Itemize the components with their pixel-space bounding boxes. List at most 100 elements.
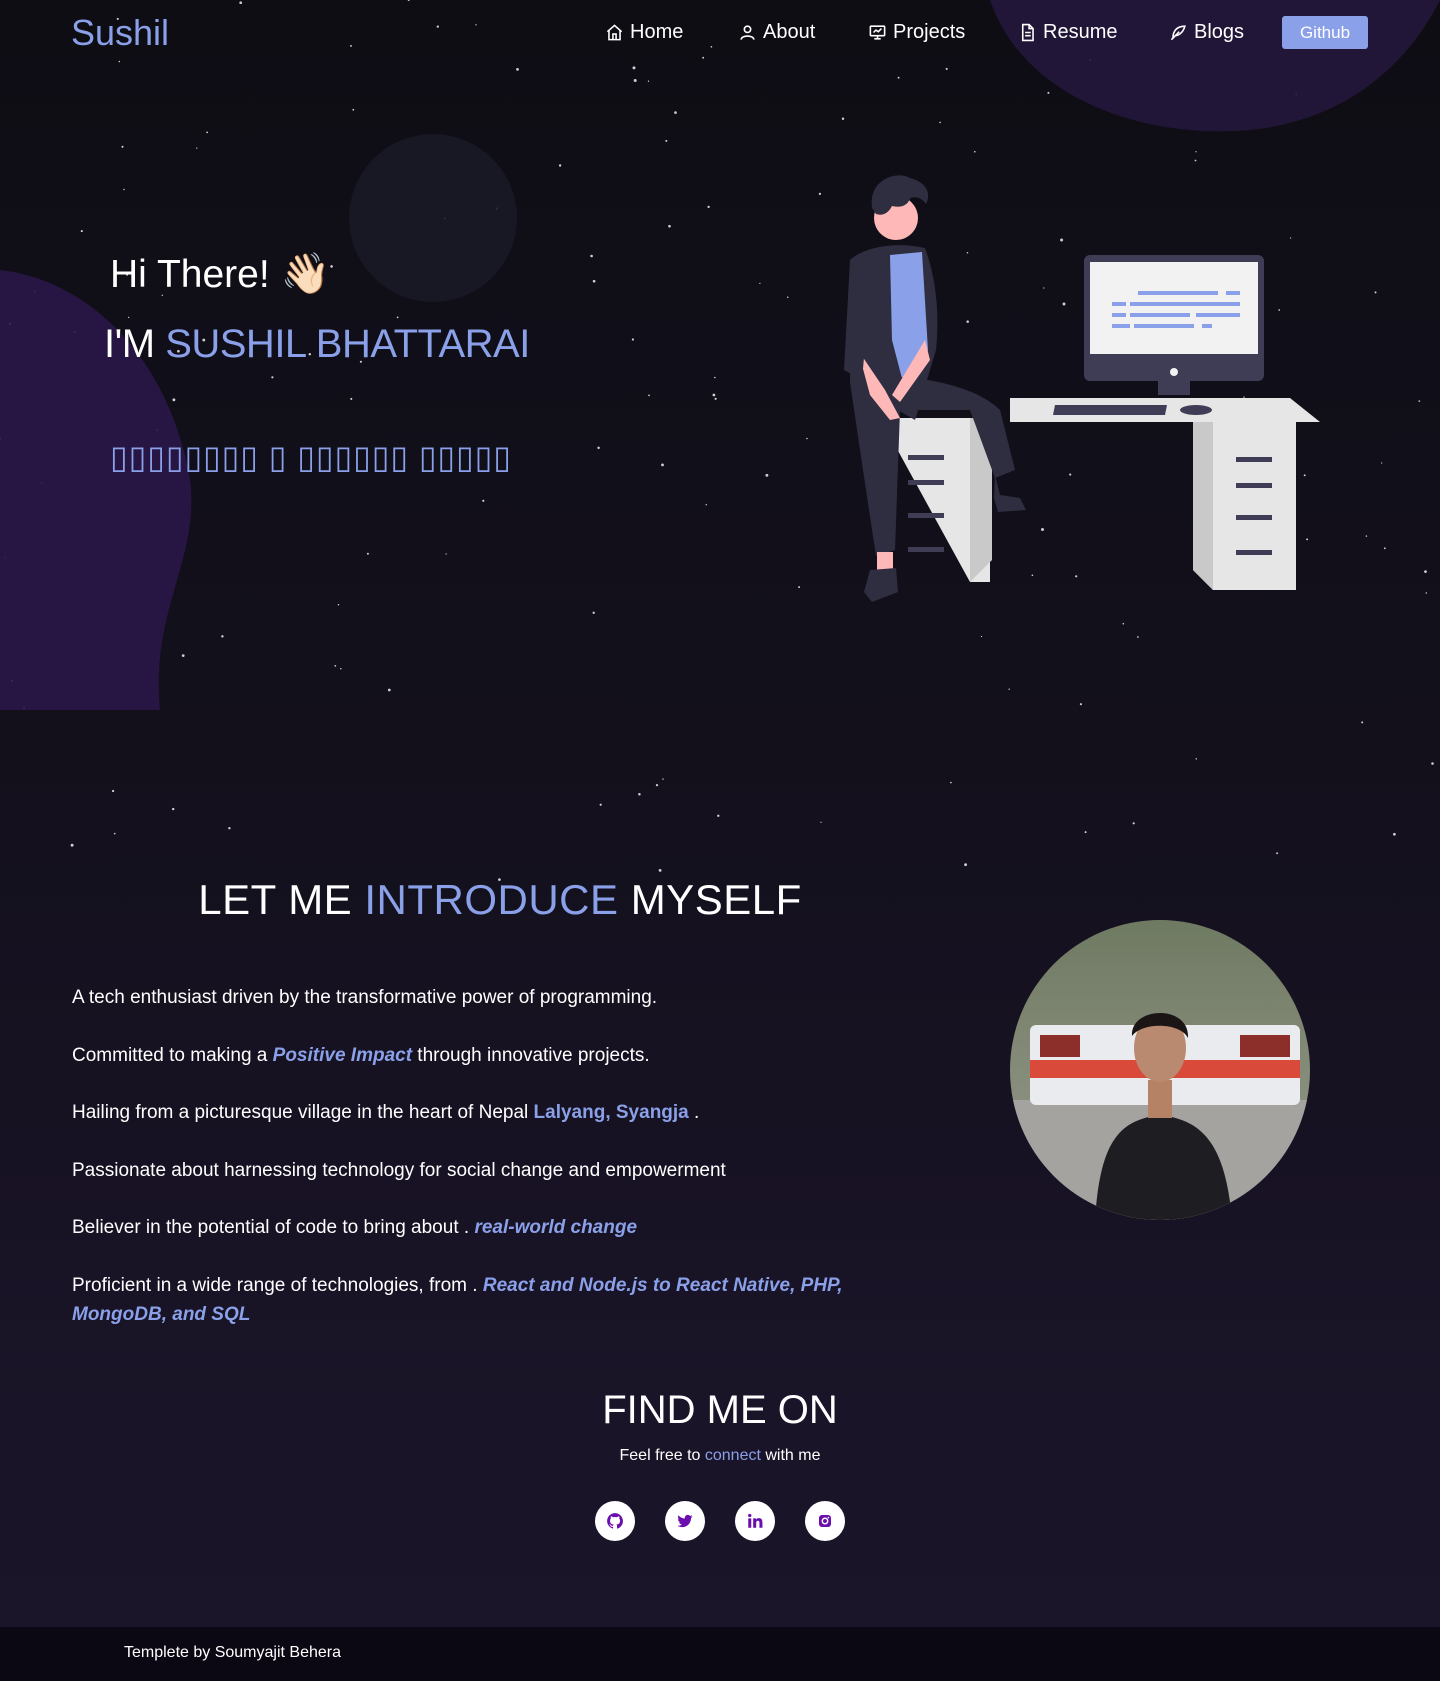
star bbox=[1425, 592, 1428, 594]
hero-greeting: Hi There! 👋🏻 bbox=[110, 250, 330, 297]
star bbox=[668, 224, 671, 228]
star bbox=[1008, 688, 1010, 690]
nav-home[interactable]: Home bbox=[605, 18, 683, 46]
nav-blogs-label: Blogs bbox=[1194, 20, 1245, 43]
star bbox=[661, 463, 664, 467]
nav-blogs[interactable]: Blogs bbox=[1169, 18, 1244, 46]
star bbox=[352, 108, 355, 111]
star bbox=[350, 397, 353, 400]
brand-logo[interactable]: Sushil bbox=[71, 12, 169, 54]
star bbox=[1381, 462, 1383, 464]
intro-paragraph-1: A tech enthusiast driven by the transfor… bbox=[72, 987, 658, 1008]
star bbox=[597, 446, 600, 450]
star bbox=[1079, 703, 1082, 706]
star bbox=[340, 667, 342, 670]
star bbox=[334, 665, 337, 667]
nav-projects[interactable]: Projects bbox=[868, 18, 965, 46]
star bbox=[121, 145, 124, 148]
star bbox=[631, 338, 634, 341]
star bbox=[787, 296, 789, 299]
star bbox=[1295, 93, 1298, 96]
profile-avatar bbox=[1010, 920, 1310, 1220]
star bbox=[590, 254, 593, 258]
star bbox=[765, 473, 769, 477]
star bbox=[396, 316, 399, 319]
star bbox=[558, 164, 562, 167]
star bbox=[33, 290, 36, 293]
github-link[interactable] bbox=[595, 1501, 635, 1541]
footer: Templete by Soumyajit Behera bbox=[0, 1627, 1440, 1681]
twitter-link[interactable] bbox=[665, 1501, 705, 1541]
star bbox=[337, 604, 340, 606]
nav-projects-label: Projects bbox=[893, 20, 966, 43]
star bbox=[366, 552, 369, 555]
star bbox=[647, 80, 650, 82]
star bbox=[1365, 535, 1368, 537]
star bbox=[648, 394, 650, 397]
im-prefix: I'M bbox=[104, 322, 166, 366]
star bbox=[633, 79, 637, 82]
star bbox=[271, 376, 274, 379]
star bbox=[1084, 831, 1087, 834]
star bbox=[128, 316, 130, 319]
star bbox=[221, 635, 224, 638]
p3-pre: Hailing from a picturesque village in th… bbox=[72, 1102, 534, 1123]
star bbox=[759, 282, 761, 285]
p3-highlight: Lalyang, Syangja bbox=[533, 1102, 689, 1123]
star bbox=[172, 807, 175, 811]
star bbox=[1383, 547, 1386, 550]
star bbox=[714, 376, 716, 379]
typewriter-text: ▯▯▯▯▯▯▯▯ ▯ ▯▯▯▯▯▯ ▯▯▯▯▯ bbox=[110, 439, 512, 475]
star bbox=[1132, 822, 1135, 825]
star bbox=[70, 843, 74, 847]
find-sub-pre: Feel free to bbox=[619, 1447, 705, 1464]
find-sub-post: with me bbox=[760, 1447, 821, 1464]
user-icon bbox=[740, 24, 755, 40]
star bbox=[1195, 758, 1198, 760]
star bbox=[330, 265, 333, 268]
star bbox=[665, 139, 668, 142]
navbar: Sushil Home About Projects Resume Blogs … bbox=[0, 0, 1440, 66]
star bbox=[655, 783, 659, 787]
star bbox=[1195, 151, 1197, 153]
star bbox=[964, 863, 967, 867]
github-icon bbox=[607, 1513, 623, 1529]
find-me-heading: FIND ME ON bbox=[602, 1388, 838, 1432]
star bbox=[841, 117, 845, 120]
nav-home-label: Home bbox=[630, 20, 684, 43]
linkedin-link[interactable] bbox=[735, 1501, 775, 1541]
linkedin-icon bbox=[748, 1513, 763, 1528]
star bbox=[4, 556, 6, 559]
nav-resume[interactable]: Resume bbox=[1018, 18, 1117, 46]
p3-post: . bbox=[688, 1102, 700, 1123]
p5-pre: Believer in the potential of code to bri… bbox=[72, 1217, 475, 1238]
intro-heading: LET ME INTRODUCE MYSELF bbox=[0, 876, 1000, 924]
star bbox=[443, 217, 446, 220]
star bbox=[206, 131, 209, 134]
greeting-text: Hi There! bbox=[110, 253, 270, 296]
star bbox=[156, 429, 158, 432]
star bbox=[939, 121, 941, 124]
instagram-link[interactable] bbox=[805, 1501, 845, 1541]
star bbox=[798, 586, 801, 589]
intro-paragraph-2: Committed to making a Positive Impact th… bbox=[72, 1041, 892, 1070]
feather-icon bbox=[1170, 24, 1186, 40]
star bbox=[1431, 762, 1434, 765]
intro-title-post: MYSELF bbox=[618, 876, 802, 923]
star bbox=[1137, 636, 1139, 638]
star bbox=[674, 111, 677, 114]
star bbox=[1276, 852, 1279, 855]
star bbox=[8, 322, 12, 325]
star bbox=[950, 781, 952, 784]
home-icon bbox=[606, 23, 623, 40]
star bbox=[945, 67, 948, 70]
nav-about[interactable]: About bbox=[738, 18, 815, 46]
star bbox=[196, 147, 198, 149]
star bbox=[40, 482, 43, 484]
star bbox=[707, 205, 710, 209]
star bbox=[592, 611, 595, 614]
github-button[interactable]: Github bbox=[1282, 16, 1368, 49]
p6-pre: Proficient in a wide range of technologi… bbox=[72, 1275, 483, 1296]
star bbox=[445, 553, 447, 555]
star bbox=[1424, 570, 1427, 573]
